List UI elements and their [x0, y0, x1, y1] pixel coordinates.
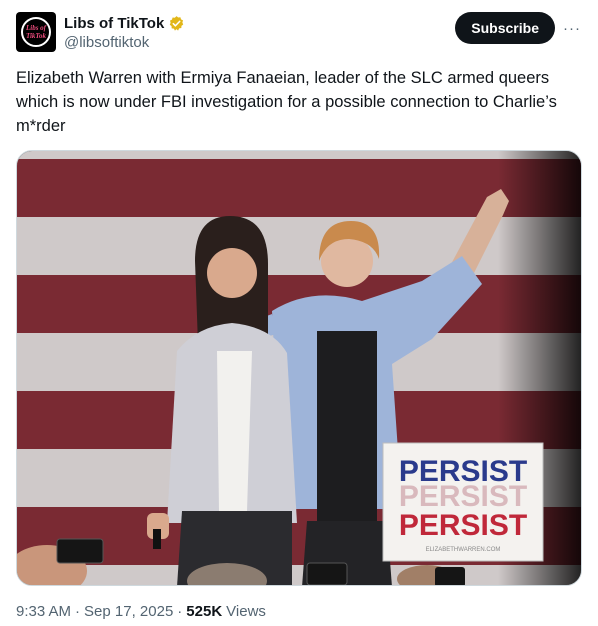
sign-line-3: PERSIST [399, 509, 527, 542]
tweet-text: Elizabeth Warren with Ermiya Fanaeian, l… [16, 69, 557, 135]
tweet-time[interactable]: 9:33 AM [16, 603, 71, 620]
tweet-date[interactable]: Sep 17, 2025 [84, 603, 173, 620]
author-handle[interactable]: @libsoftiktok [64, 34, 185, 51]
verified-badge-icon [170, 15, 184, 31]
views-count: 525K [186, 603, 223, 620]
tweet-media-photo[interactable]: PERSIST PERSIST PERSIST ELIZABETHWARREN.… [16, 150, 582, 586]
author-identity: Libs of TikTok @libsoftiktok [64, 13, 185, 51]
avatar[interactable]: Libs of TikTok [16, 12, 56, 52]
author-display-name[interactable]: Libs of TikTok [64, 15, 164, 32]
persist-sign: PERSIST PERSIST PERSIST ELIZABETHWARREN.… [382, 442, 544, 562]
avatar-logo: Libs of TikTok [21, 17, 51, 47]
tweet-meta: 9:33 AM · Sep 17, 2025 · 525K Views [16, 603, 266, 620]
photo-illustration: PERSIST PERSIST PERSIST ELIZABETHWARREN.… [17, 151, 581, 585]
avatar-text: Libs of TikTok [25, 24, 47, 40]
subscribe-button[interactable]: Subscribe [455, 12, 555, 44]
meta-separator: · [177, 603, 183, 620]
meta-separator: · [75, 603, 81, 620]
sign-footer: ELIZABETHWARREN.COM [426, 547, 501, 553]
views-label: Views [226, 603, 266, 620]
more-options-icon[interactable]: ··· [562, 18, 582, 38]
tweet-header: Libs of TikTok Libs of TikTok @libsoftik… [16, 12, 582, 56]
